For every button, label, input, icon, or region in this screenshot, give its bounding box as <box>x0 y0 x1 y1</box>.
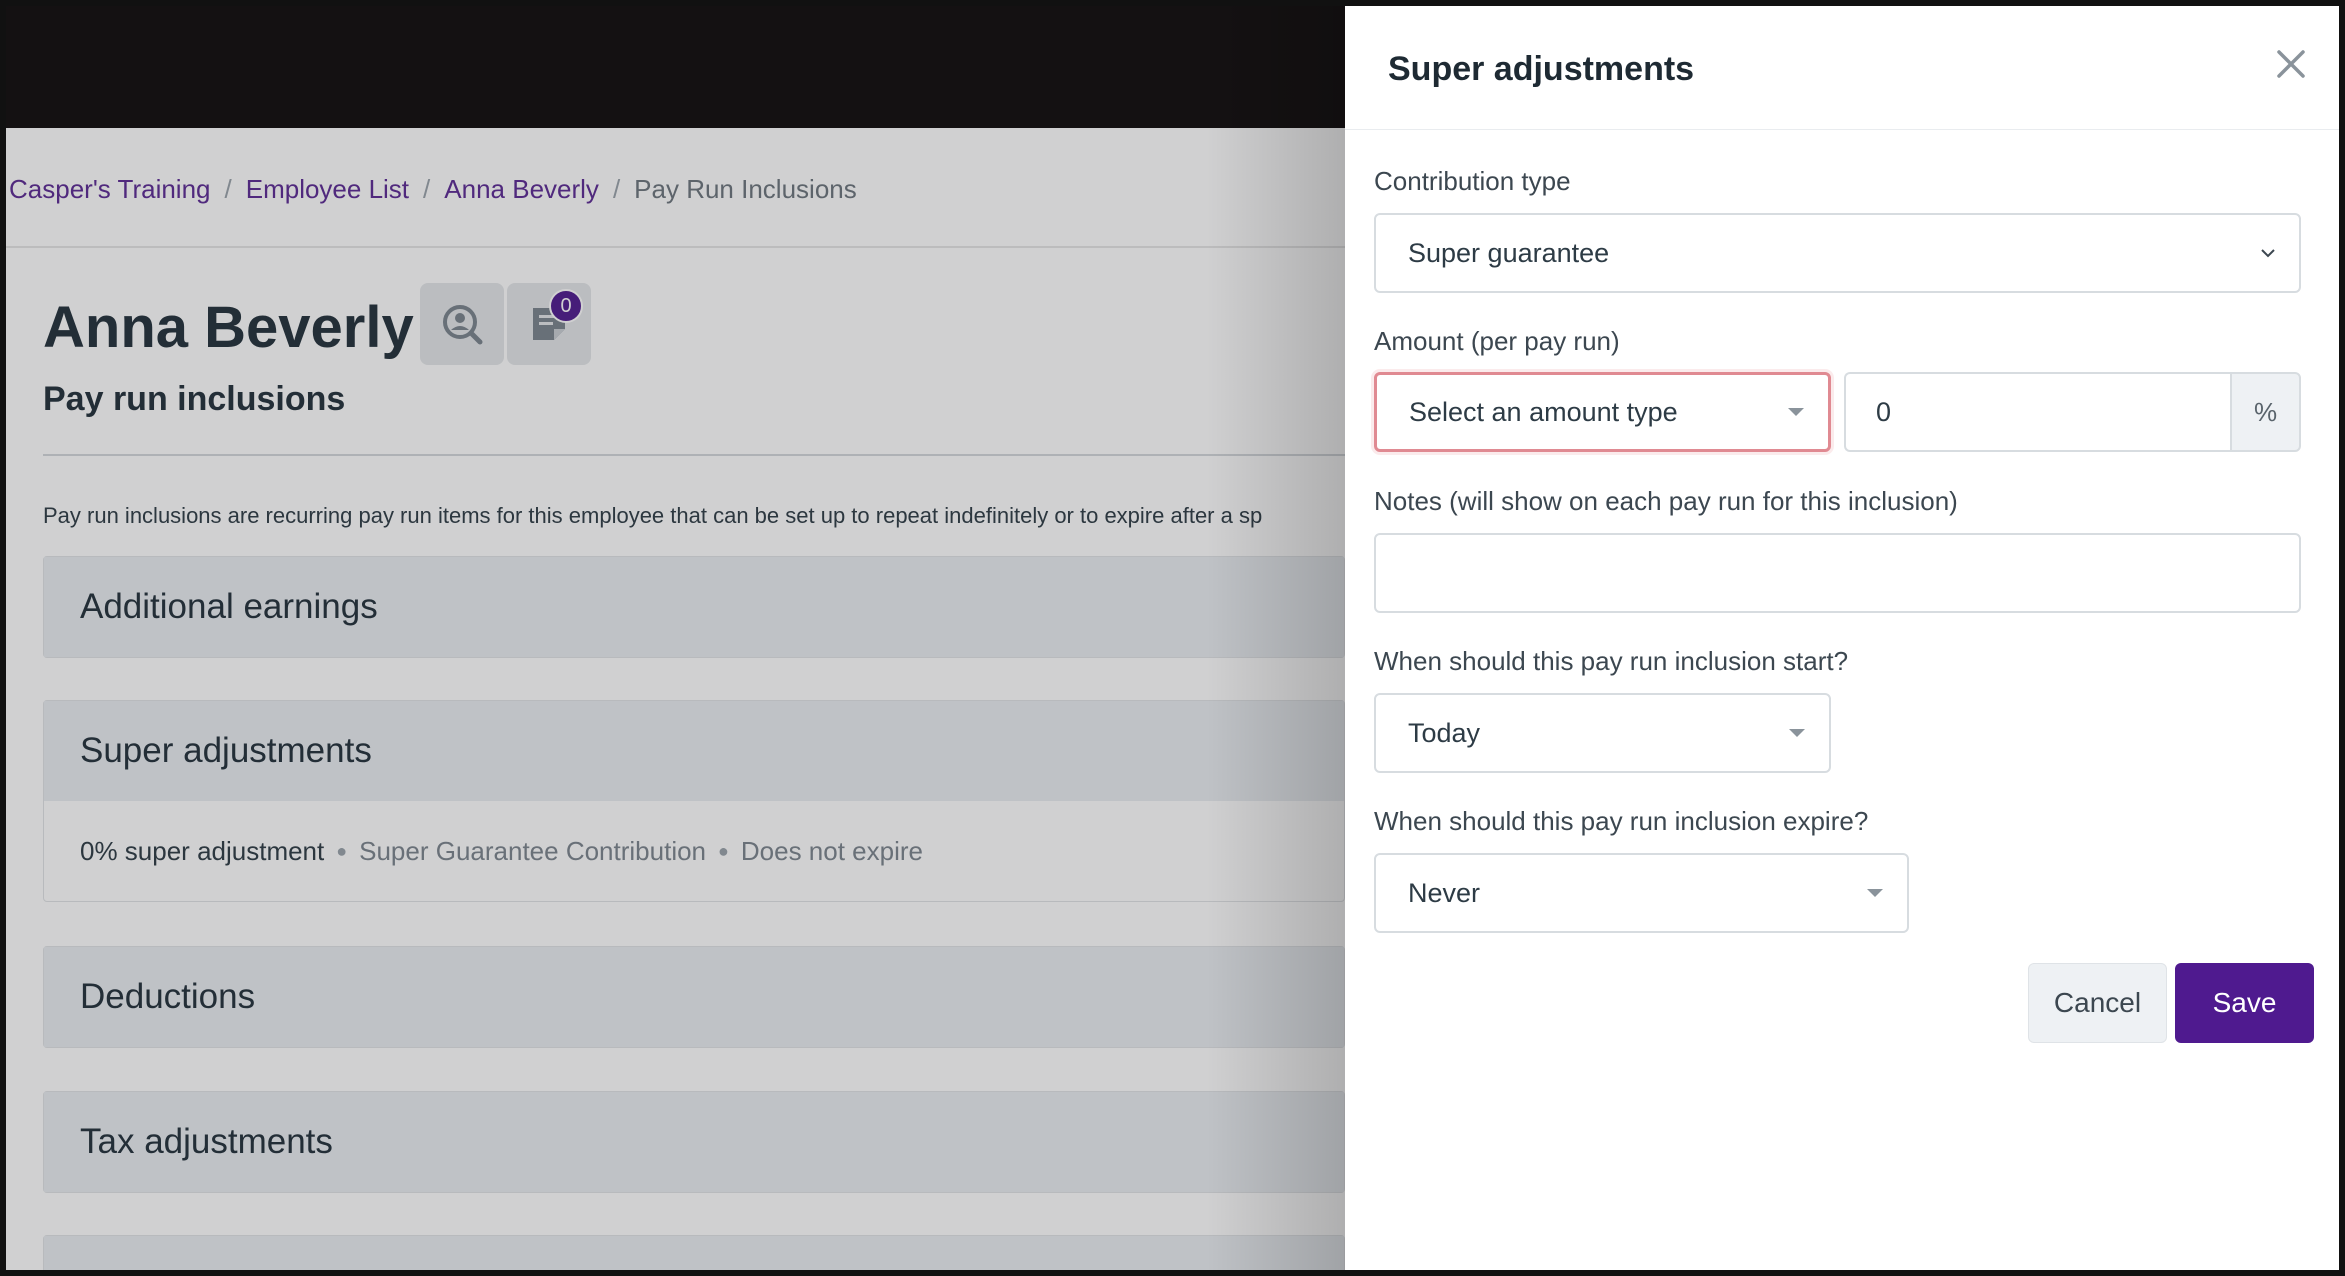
super-adjustments-drawer: Super adjustments Contribution type Supe… <box>1345 6 2339 1270</box>
close-button[interactable] <box>2271 44 2311 84</box>
amount-type-placeholder: Select an amount type <box>1409 396 1678 427</box>
caret-down-icon <box>1867 889 1883 897</box>
app-window: Casper's Training / Employee List / Anna… <box>0 0 2345 1276</box>
caret-down-icon <box>1789 729 1805 737</box>
drawer-shadow <box>1206 6 1345 1270</box>
notes-input[interactable] <box>1374 533 2301 613</box>
modal-backdrop[interactable] <box>6 128 1345 1270</box>
percent-addon: % <box>2230 372 2301 452</box>
start-value: Today <box>1408 717 1481 748</box>
amount-input-group: % <box>1844 372 2301 452</box>
amount-type-select[interactable]: Select an amount type <box>1374 372 1831 452</box>
amount-value-input[interactable] <box>1844 372 2230 452</box>
background-page: Casper's Training / Employee List / Anna… <box>6 6 1345 1270</box>
expire-value: Never <box>1408 877 1481 908</box>
expire-label: When should this pay run inclusion expir… <box>1374 806 1869 836</box>
drawer-title: Super adjustments <box>1388 50 1695 88</box>
contribution-type-value: Super guarantee <box>1408 237 1610 268</box>
contribution-type-label: Contribution type <box>1374 166 1571 196</box>
drawer-header: Super adjustments <box>1345 6 2339 130</box>
notes-label: Notes (will show on each pay run for thi… <box>1374 486 1958 516</box>
start-label: When should this pay run inclusion start… <box>1374 646 1849 676</box>
top-navigation-bar <box>6 6 1345 128</box>
caret-down-icon <box>1788 408 1804 416</box>
start-select[interactable]: Today <box>1374 693 1831 773</box>
expire-select[interactable]: Never <box>1374 853 1909 933</box>
save-button[interactable]: Save <box>2175 963 2314 1043</box>
chevron-down-icon <box>2261 249 2275 258</box>
cancel-button[interactable]: Cancel <box>2028 963 2167 1043</box>
close-icon <box>2277 50 2305 78</box>
contribution-type-select[interactable]: Super guarantee <box>1374 213 2301 293</box>
amount-label: Amount (per pay run) <box>1374 326 1620 356</box>
